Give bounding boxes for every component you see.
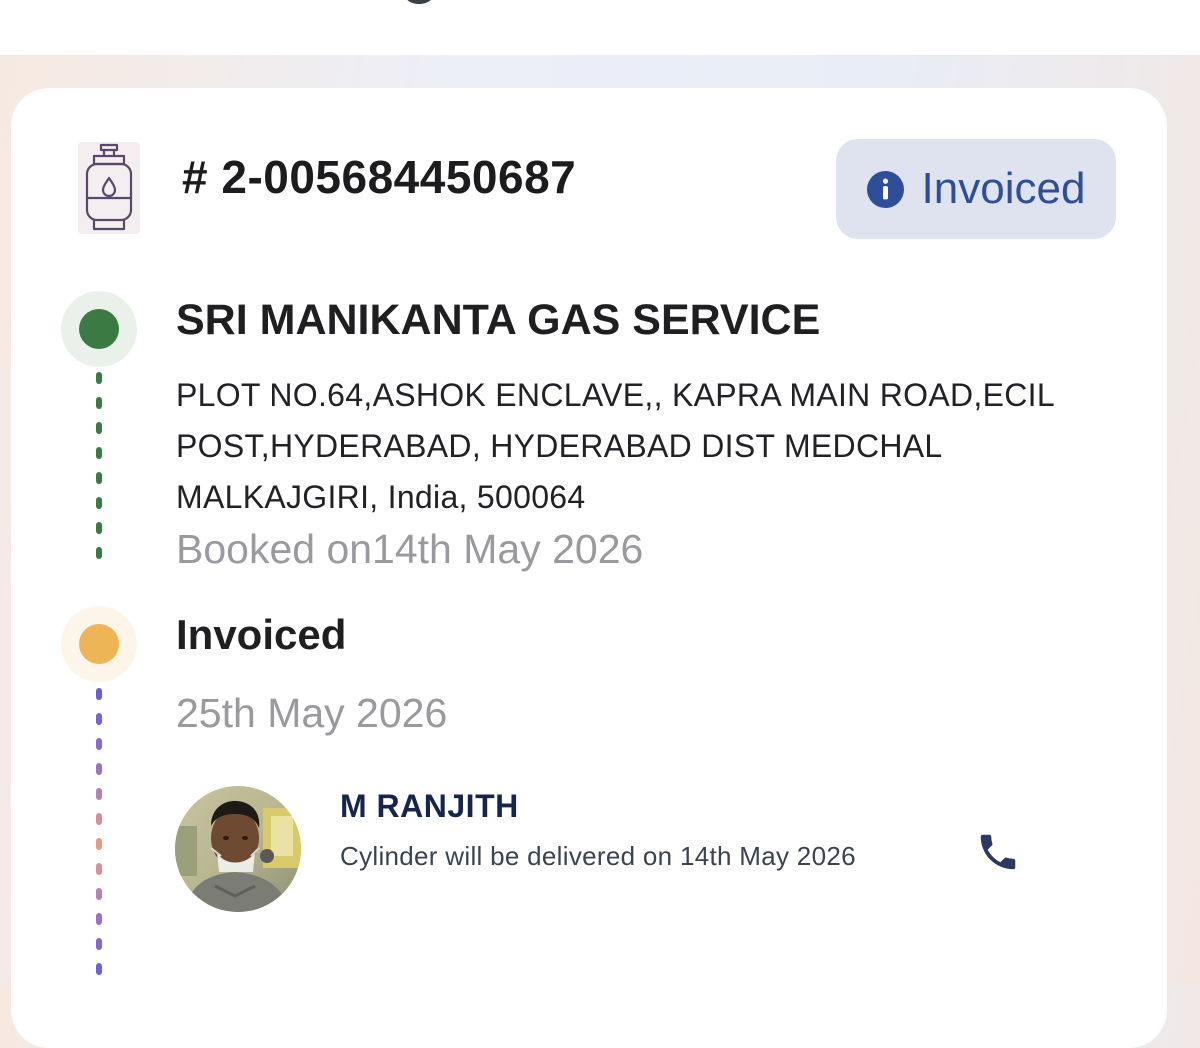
distributor-address: PLOT NO.64,ASHOK ENCLAVE,, KAPRA MAIN RO…	[176, 377, 1054, 515]
timeline-step-invoiced-marker	[61, 606, 137, 682]
info-icon	[866, 170, 904, 208]
timeline-connector-1	[96, 372, 102, 559]
app-bar-icon	[405, 0, 433, 4]
call-button[interactable]	[968, 822, 1028, 882]
timeline-step-invoiced-title: Invoiced	[176, 611, 347, 658]
distributor-name: SRI MANIKANTA GAS SERVICE	[176, 296, 821, 344]
invoiced-date: 25th May 2026	[176, 690, 448, 736]
delivery-person-avatar	[175, 786, 301, 912]
delivery-message: Cylinder will be delivered on 14th May 2…	[340, 841, 856, 871]
order-id: # 2-005684450687	[182, 151, 577, 203]
status-badge: Invoiced	[836, 139, 1116, 239]
booked-date: Booked on14th May 2026	[176, 526, 644, 572]
status-label: Invoiced	[921, 164, 1086, 213]
gas-cylinder-icon	[78, 142, 140, 234]
timeline-step-booked-marker	[61, 291, 137, 367]
top-app-bar	[0, 0, 1200, 55]
phone-icon	[980, 834, 1016, 870]
delivery-person-name: M RANJITH	[340, 788, 519, 824]
timeline-connector-2	[96, 688, 102, 975]
